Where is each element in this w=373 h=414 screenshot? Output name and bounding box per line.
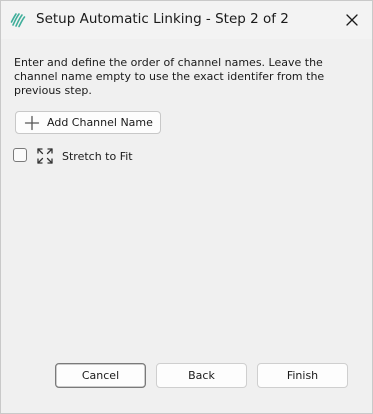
cancel-button[interactable]: Cancel [55,363,146,388]
close-button[interactable] [337,5,367,35]
dialog-window: Setup Automatic Linking - Step 2 of 2 En… [0,0,373,414]
add-channel-name-label: Add Channel Name [47,116,153,129]
stretch-to-fit-checkbox[interactable] [13,148,27,162]
back-button[interactable]: Back [156,363,247,388]
title-bar: Setup Automatic Linking - Step 2 of 2 [1,1,372,39]
window-title: Setup Automatic Linking - Step 2 of 2 [36,11,289,27]
stretch-to-fit-label: Stretch to Fit [62,150,133,163]
plus-icon [24,115,40,131]
add-channel-name-button[interactable]: Add Channel Name [15,111,161,134]
waves-logo-icon [10,12,26,28]
close-icon [346,11,358,30]
expand-arrows-icon [36,147,54,165]
finish-button[interactable]: Finish [257,363,348,388]
instructions-text: Enter and define the order of channel na… [14,56,325,97]
